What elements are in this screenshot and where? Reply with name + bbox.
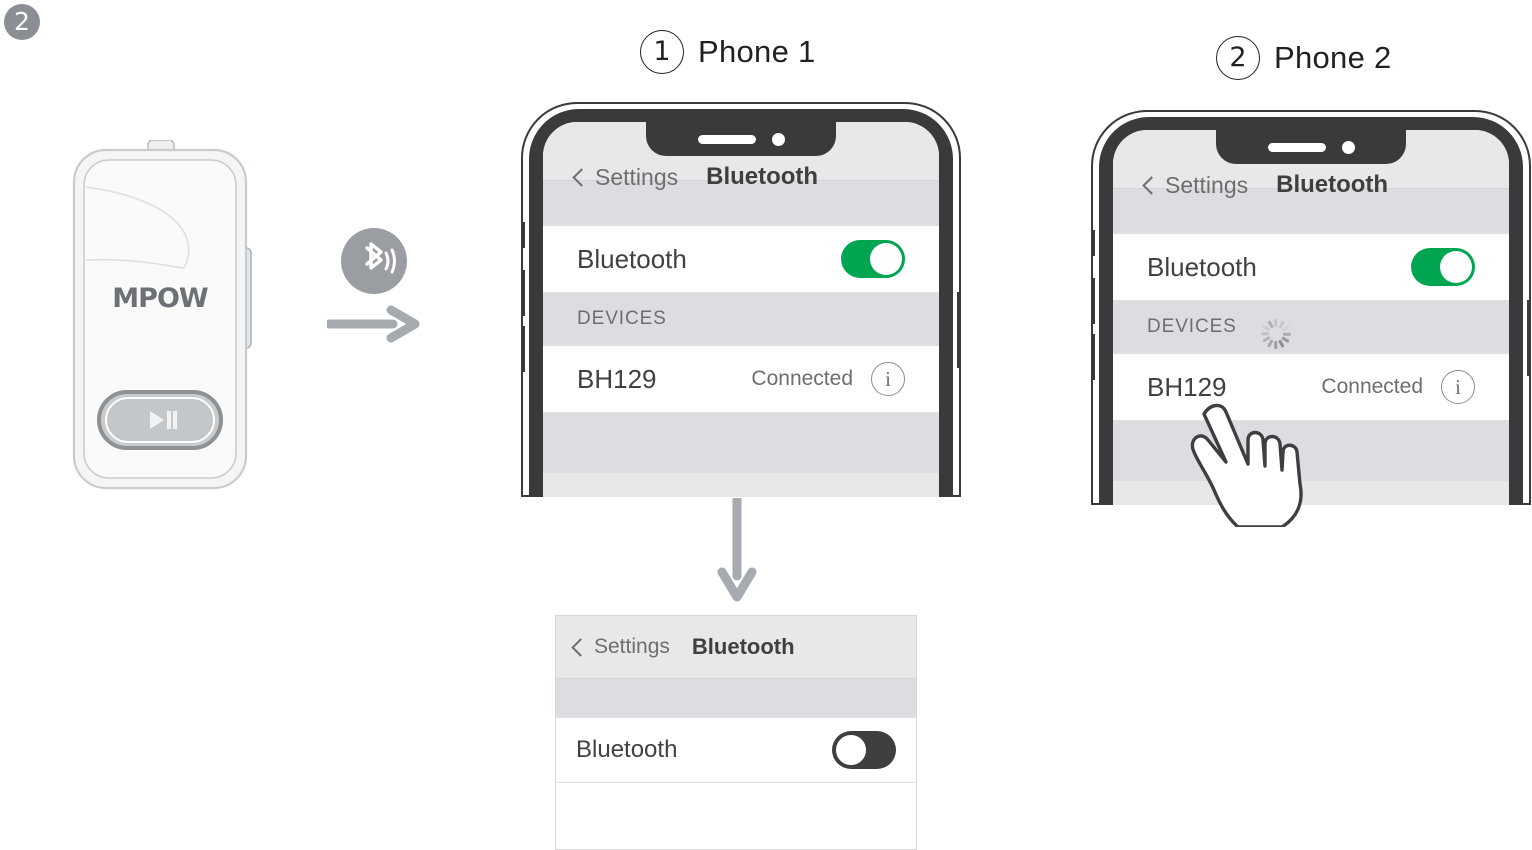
- phone-1-back-to-settings[interactable]: Settings: [572, 163, 679, 191]
- phone-1-notch: [646, 122, 836, 156]
- phone-1-devices-header: DEVICES: [543, 293, 939, 345]
- spinner-spoke: [1278, 339, 1285, 348]
- phone-2-bluetooth-toggle[interactable]: [1411, 248, 1475, 286]
- phone-2-caption-label: Phone 2: [1274, 40, 1392, 75]
- phone-2-page-title: Bluetooth: [1276, 171, 1389, 198]
- loading-spinner-icon: [1260, 312, 1291, 349]
- phone-1-caption: 1 Phone 1: [640, 30, 816, 74]
- phone-1-bluetooth-label: Bluetooth: [577, 243, 687, 274]
- phone-1-list-filler: [543, 413, 939, 473]
- phone-2-caption: 2 Phone 2: [1216, 36, 1392, 80]
- spinner-spoke: [1274, 319, 1278, 327]
- phone-2-bluetooth-row[interactable]: Bluetooth: [1113, 233, 1509, 301]
- spinner-spoke: [1260, 332, 1269, 336]
- earpiece-speaker: [697, 134, 756, 144]
- chevron-left-icon: [571, 637, 590, 657]
- phone-2-devices-label: DEVICES: [1147, 316, 1237, 337]
- phone-1-device-name: BH129: [577, 363, 657, 394]
- front-camera-icon: [771, 132, 785, 146]
- panel-nav-bar: Settings Bluetooth: [556, 616, 916, 678]
- phone-2-caption-number: 2: [1216, 36, 1260, 80]
- phone-1-device-status: Connected: [751, 367, 853, 390]
- volume-up-button[interactable]: [521, 270, 525, 316]
- info-icon[interactable]: i: [1441, 370, 1475, 404]
- info-icon[interactable]: i: [871, 362, 905, 396]
- power-button[interactable]: [1527, 300, 1531, 376]
- step-number-badge: 2: [4, 4, 40, 40]
- phone-1-back-label: Settings: [595, 163, 679, 190]
- device-brand-logo: MPOW: [112, 283, 208, 314]
- phone-1-caption-number: 1: [640, 30, 684, 74]
- chevron-left-icon: [572, 167, 591, 187]
- panel-bluetooth-row[interactable]: Bluetooth: [556, 717, 916, 783]
- volume-down-button[interactable]: [1091, 334, 1095, 380]
- volume-up-button[interactable]: [1091, 278, 1095, 324]
- silent-switch[interactable]: [521, 222, 525, 248]
- phone-1: Settings Bluetooth Bluetooth DEVICES BH1…: [521, 102, 961, 497]
- power-button[interactable]: [957, 292, 961, 368]
- result-bluetooth-panel: Settings Bluetooth Bluetooth: [555, 615, 917, 850]
- panel-back-label: Settings: [594, 635, 670, 658]
- panel-bluetooth-label: Bluetooth: [576, 736, 678, 763]
- phone-1-bluetooth-row[interactable]: Bluetooth: [543, 225, 939, 293]
- volume-down-button[interactable]: [521, 326, 525, 372]
- phone-2-notch: [1216, 130, 1406, 164]
- phone-1-device-right: Connected i: [751, 362, 905, 396]
- phone-2-back-to-settings[interactable]: Settings: [1142, 171, 1249, 199]
- toggle-knob: [1440, 251, 1472, 283]
- bluetooth-icon: [341, 228, 407, 294]
- panel-back-to-settings[interactable]: Settings: [571, 635, 670, 659]
- panel-page-title: Bluetooth: [691, 634, 795, 659]
- silent-switch[interactable]: [1091, 230, 1095, 256]
- earpiece-speaker: [1267, 142, 1326, 152]
- toggle-knob: [870, 243, 902, 275]
- panel-bluetooth-toggle[interactable]: [832, 731, 896, 769]
- phone-1-page-title: Bluetooth: [706, 163, 819, 190]
- front-camera-icon: [1341, 140, 1355, 154]
- phone-1-screen: Settings Bluetooth Bluetooth DEVICES BH1…: [543, 122, 939, 497]
- phone-2-bluetooth-label: Bluetooth: [1147, 251, 1257, 282]
- spinner-spoke: [1281, 325, 1290, 332]
- panel-empty-area: [556, 783, 916, 849]
- toggle-knob: [835, 734, 867, 766]
- mpow-bluetooth-transmitter: MPOW: [72, 139, 252, 490]
- phone-2-back-label: Settings: [1165, 171, 1249, 198]
- phone-1-device-row[interactable]: BH129 Connected i: [543, 345, 939, 413]
- panel-spacer: [556, 678, 916, 717]
- phone-1-bluetooth-toggle[interactable]: [841, 240, 905, 278]
- arrow-right-icon: [324, 305, 421, 343]
- spinner-spoke: [1282, 332, 1291, 336]
- phone-2-devices-header: DEVICES: [1113, 301, 1509, 353]
- arrow-down-icon: [716, 495, 758, 602]
- phone-1-caption-label: Phone 1: [698, 34, 816, 69]
- phone-1-devices-label: DEVICES: [577, 308, 667, 329]
- spinner-spoke: [1274, 341, 1278, 349]
- pointing-hand-icon: [1186, 392, 1361, 529]
- spinner-spoke: [1262, 325, 1271, 332]
- spinner-spoke: [1267, 339, 1274, 348]
- chevron-left-icon: [1142, 175, 1161, 195]
